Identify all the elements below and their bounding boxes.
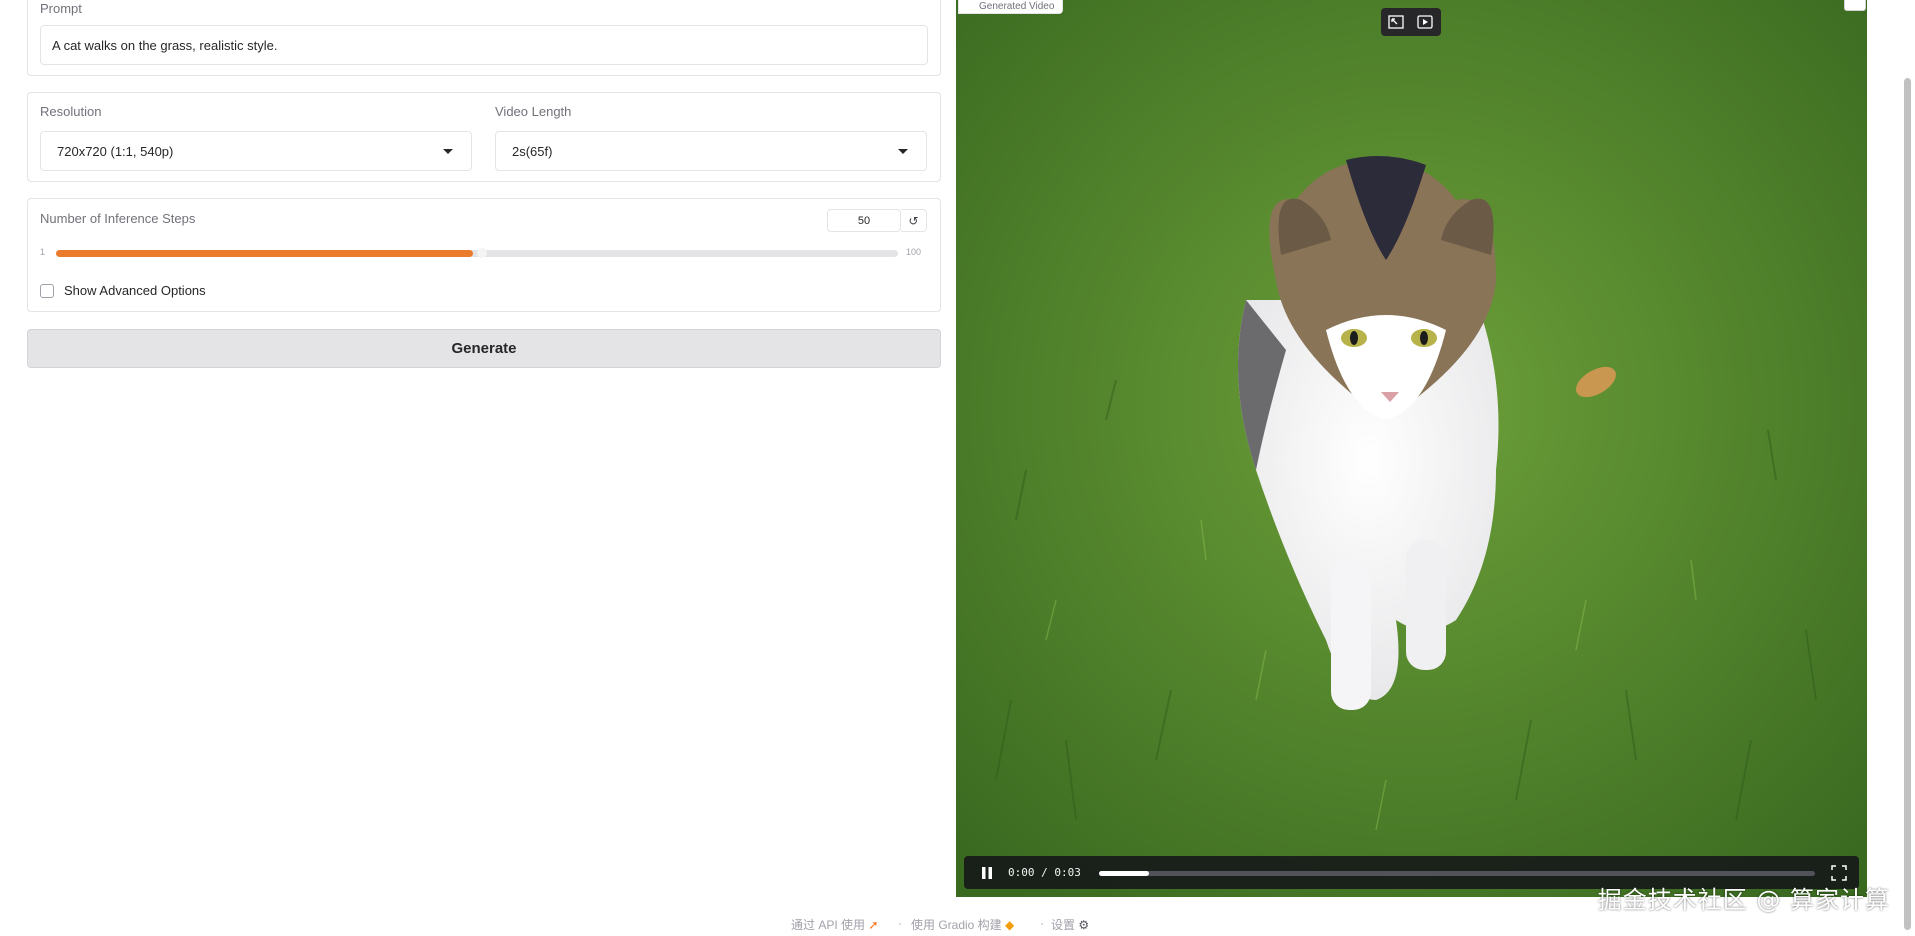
resolution-value: 720x720 (1:1, 540p) [57, 143, 174, 159]
footer-separator: · [898, 916, 902, 930]
footer-settings-text: 设置 [1051, 918, 1076, 932]
generate-button[interactable]: Generate [27, 329, 941, 368]
inference-steps-block: Number of Inference Steps 50 ↺ 1 100 Sho… [27, 198, 941, 312]
rocket-icon: ➚ [868, 918, 879, 932]
chevron-down-icon [443, 149, 453, 154]
video-progress-fill [1099, 871, 1150, 876]
page-scrollbar[interactable] [1904, 78, 1911, 930]
video-edit-icon[interactable] [1416, 15, 1435, 29]
cat-video-frame [956, 0, 1867, 897]
generated-video[interactable] [956, 0, 1867, 897]
footer-gradio-link[interactable]: 使用 Gradio 构建 ◆ [911, 916, 1014, 933]
fullscreen-icon[interactable] [1831, 865, 1847, 881]
prompt-block: Prompt A cat walks on the grass, realist… [27, 0, 941, 76]
slider-fill [56, 250, 473, 257]
watermark: 掘金技术社区 @ 算家计算 [1597, 886, 1890, 914]
slider-thumb[interactable] [476, 248, 487, 258]
video-length-value: 2s(65f) [512, 143, 553, 159]
video-progress-bar[interactable] [1099, 871, 1815, 876]
resolution-dropdown[interactable]: 720x720 (1:1, 540p) [40, 131, 472, 171]
inference-steps-number-input[interactable]: 50 [827, 209, 901, 232]
download-icon[interactable] [1844, 0, 1866, 11]
chevron-down-icon [898, 149, 908, 154]
gear-icon: ⚙ [1078, 918, 1090, 932]
footer-api-link[interactable]: 通过 API 使用 ➚ [791, 916, 878, 933]
footer-api-text: 通过 API 使用 [791, 918, 866, 932]
video-length-dropdown[interactable]: 2s(65f) [495, 131, 927, 171]
swap-icon[interactable] [1387, 15, 1404, 29]
inference-steps-label: Number of Inference Steps [40, 211, 196, 226]
slider-max-label: 100 [906, 247, 922, 257]
inference-steps-slider[interactable] [56, 248, 898, 258]
slider-min-label: 1 [40, 247, 46, 257]
gradio-logo-icon: ◆ [1005, 918, 1015, 932]
reset-icon[interactable]: ↺ [901, 209, 927, 232]
pause-icon[interactable] [980, 866, 994, 880]
advanced-options-checkbox[interactable] [40, 284, 54, 298]
prompt-label: Prompt [40, 1, 82, 16]
video-time: 0:00 / 0:03 [1008, 866, 1081, 879]
video-length-label: Video Length [495, 104, 572, 119]
video-label-text: Generated Video [979, 1, 1055, 12]
advanced-options-label[interactable]: Show Advanced Options [64, 283, 206, 298]
prompt-input[interactable]: A cat walks on the grass, realistic styl… [40, 25, 928, 65]
footer-settings-link[interactable]: 设置 ⚙ [1051, 916, 1089, 933]
resolution-label: Resolution [40, 104, 102, 119]
video-label: Generated Video [958, 0, 1064, 14]
footer-separator: · [1040, 916, 1044, 930]
options-row: Resolution 720x720 (1:1, 540p) Video Len… [27, 92, 941, 182]
video-toolbar [1381, 8, 1441, 36]
footer-gradio-text: 使用 Gradio 构建 [911, 918, 1002, 932]
